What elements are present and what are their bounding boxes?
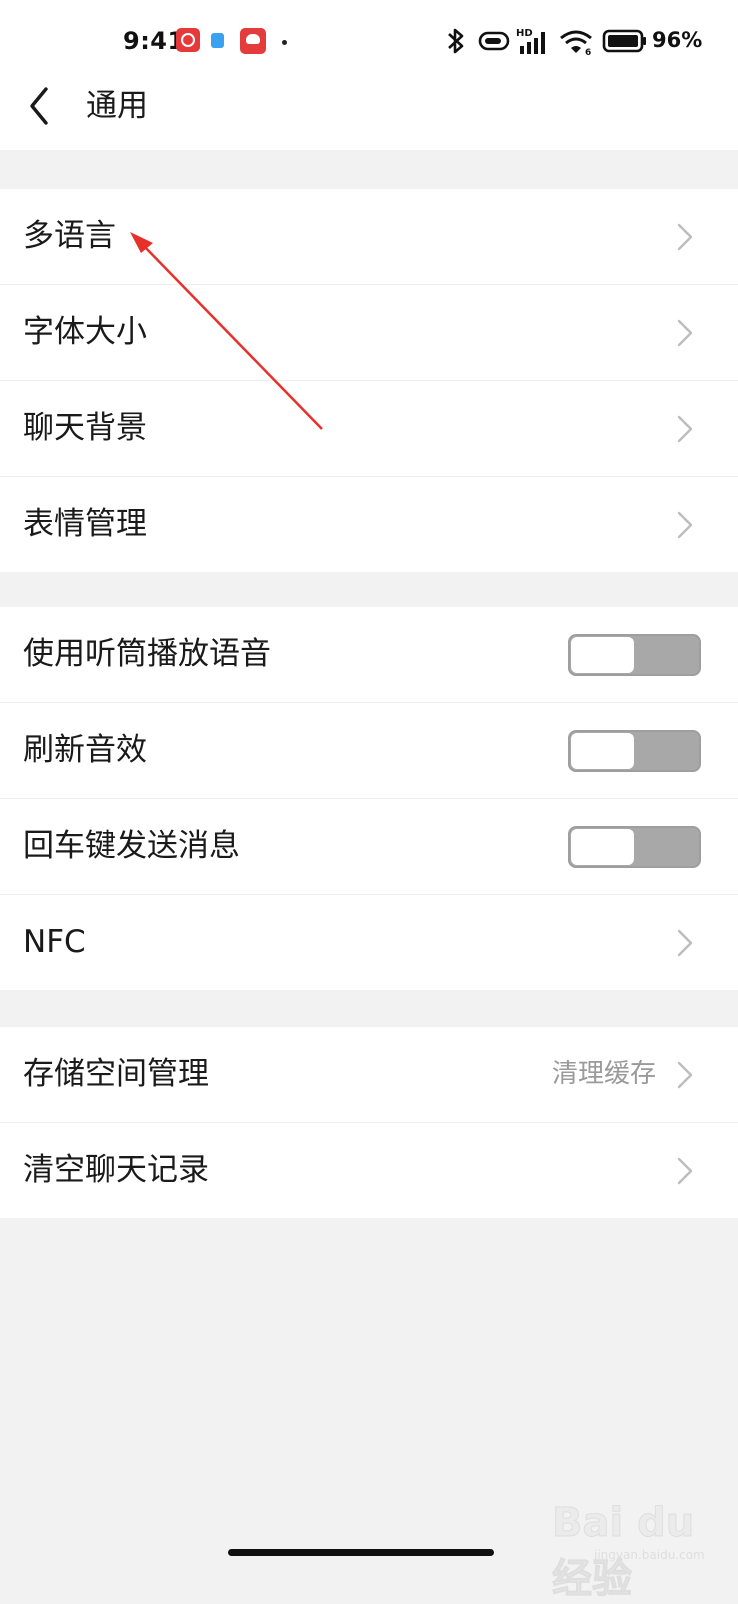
netease-music-icon [176,28,200,52]
chevron-right-icon [677,1061,693,1089]
settings-row-chat-background[interactable]: 聊天背景 [0,381,738,477]
row-label: NFC [23,924,86,960]
wifi-standard-label: 6 [585,48,591,56]
vibrate-icon [478,31,510,51]
row-label: 字体大小 [23,314,147,350]
row-label: 表情管理 [23,506,147,542]
row-label: 清空聊天记录 [23,1152,209,1188]
row-label: 多语言 [23,218,116,254]
back-button[interactable] [24,86,72,146]
blue-app-icon [211,33,224,48]
row-label: 刷新音效 [23,732,147,768]
settings-group-sound: 使用听筒播放语音 刷新音效 回车键发送消息 NFC [0,607,738,990]
settings-row-font-size[interactable]: 字体大小 [0,285,738,381]
settings-row-emoji-management[interactable]: 表情管理 [0,477,738,572]
settings-row-refresh-sound: 刷新音效 [0,703,738,799]
chevron-right-icon [677,929,693,957]
home-indicator[interactable] [228,1549,494,1556]
row-label: 存储空间管理 [23,1056,209,1092]
battery-icon [602,29,646,53]
settings-row-clear-chat-history[interactable]: 清空聊天记录 [0,1123,738,1218]
chevron-right-icon [677,415,693,443]
cellular-signal-icon: HD [516,28,545,54]
earpiece-playback-toggle[interactable] [568,634,701,676]
chevron-right-icon [677,1157,693,1185]
battery-percent: 96% [652,28,703,52]
chevron-right-icon [677,319,693,347]
chevron-right-icon [677,511,693,539]
watermark-url: jingyan.baidu.com [594,1548,705,1562]
status-bar: 9:41 HD 6 96% [0,0,738,86]
settings-row-storage-management[interactable]: 存储空间管理 清理缓存 [0,1027,738,1123]
settings-group-storage: 存储空间管理 清理缓存 清空聊天记录 [0,1027,738,1218]
settings-row-language[interactable]: 多语言 [0,189,738,285]
settings-row-enter-to-send: 回车键发送消息 [0,799,738,895]
wifi-icon: 6 [560,30,592,56]
bluetooth-icon [448,28,464,54]
toggle-knob [571,637,634,673]
network-type-label: HD [516,28,533,39]
app-header: 通用 [0,86,738,150]
enter-to-send-toggle[interactable] [568,826,701,868]
row-label: 回车键发送消息 [23,828,240,864]
red-app-icon [240,28,266,54]
settings-row-earpiece-playback: 使用听筒播放语音 [0,607,738,703]
notification-dot [282,40,287,45]
settings-row-nfc[interactable]: NFC [0,895,738,990]
row-label: 聊天背景 [23,410,147,446]
clear-cache-value: 清理缓存 [551,1059,656,1089]
toggle-knob [571,829,634,865]
chevron-right-icon [677,223,693,251]
chevron-left-icon [30,87,48,125]
toggle-knob [571,733,634,769]
settings-group-display: 多语言 字体大小 聊天背景 表情管理 [0,189,738,572]
baidu-watermark: Bai du 经验 jingyan.baidu.com [552,1500,722,1603]
row-label: 使用听筒播放语音 [23,636,271,672]
refresh-sound-toggle[interactable] [568,730,701,772]
page-title: 通用 [86,88,148,124]
